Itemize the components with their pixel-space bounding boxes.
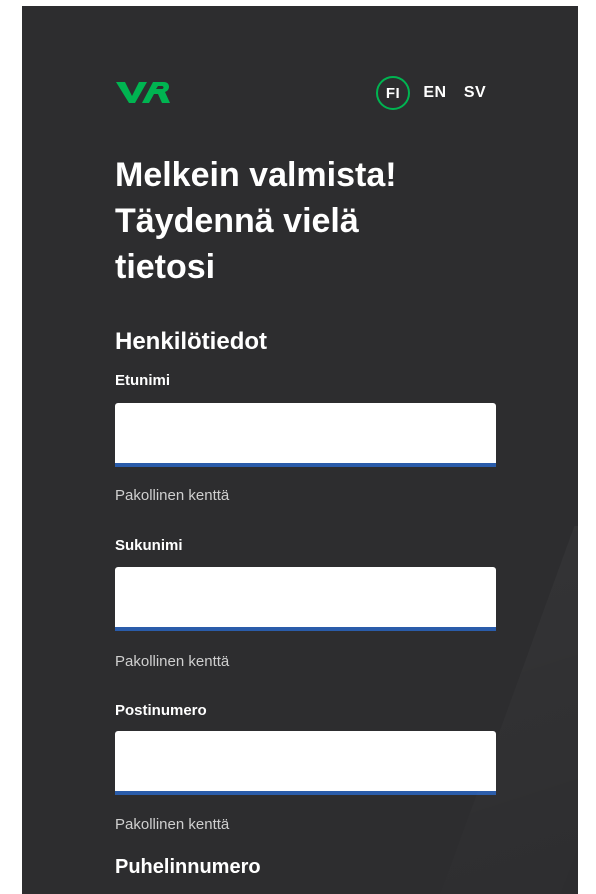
lastname-help: Pakollinen kenttä bbox=[115, 653, 230, 670]
screen: FI EN SV Melkein valmista! Täydennä viel… bbox=[22, 6, 578, 894]
header: FI EN SV bbox=[114, 76, 490, 112]
lastname-label: Sukunimi bbox=[115, 537, 183, 554]
lang-fi-button[interactable]: FI bbox=[376, 76, 410, 110]
firstname-help: Pakollinen kenttä bbox=[115, 487, 230, 504]
lang-sv-button[interactable]: SV bbox=[460, 78, 490, 108]
postal-code-help: Pakollinen kenttä bbox=[115, 816, 230, 833]
page-title-line: Täydennä vielä bbox=[115, 202, 359, 240]
postal-code-label: Postinumero bbox=[115, 702, 207, 719]
section-title-personal: Henkilötiedot bbox=[115, 328, 268, 355]
page-title-line: tietosi bbox=[115, 248, 216, 286]
page-title-line: Melkein valmista! bbox=[115, 156, 397, 194]
phone-label: Puhelinnumero bbox=[115, 856, 261, 878]
lastname-input[interactable] bbox=[115, 567, 496, 631]
vr-logo-icon[interactable] bbox=[114, 78, 172, 106]
firstname-input[interactable] bbox=[115, 403, 496, 467]
postal-code-input[interactable] bbox=[115, 731, 496, 795]
page-title: Melkein valmista! Täydennä vielä tietosi bbox=[115, 152, 495, 290]
language-switcher: FI EN SV bbox=[376, 76, 490, 110]
lang-en-button[interactable]: EN bbox=[420, 78, 450, 108]
firstname-label: Etunimi bbox=[115, 372, 170, 389]
